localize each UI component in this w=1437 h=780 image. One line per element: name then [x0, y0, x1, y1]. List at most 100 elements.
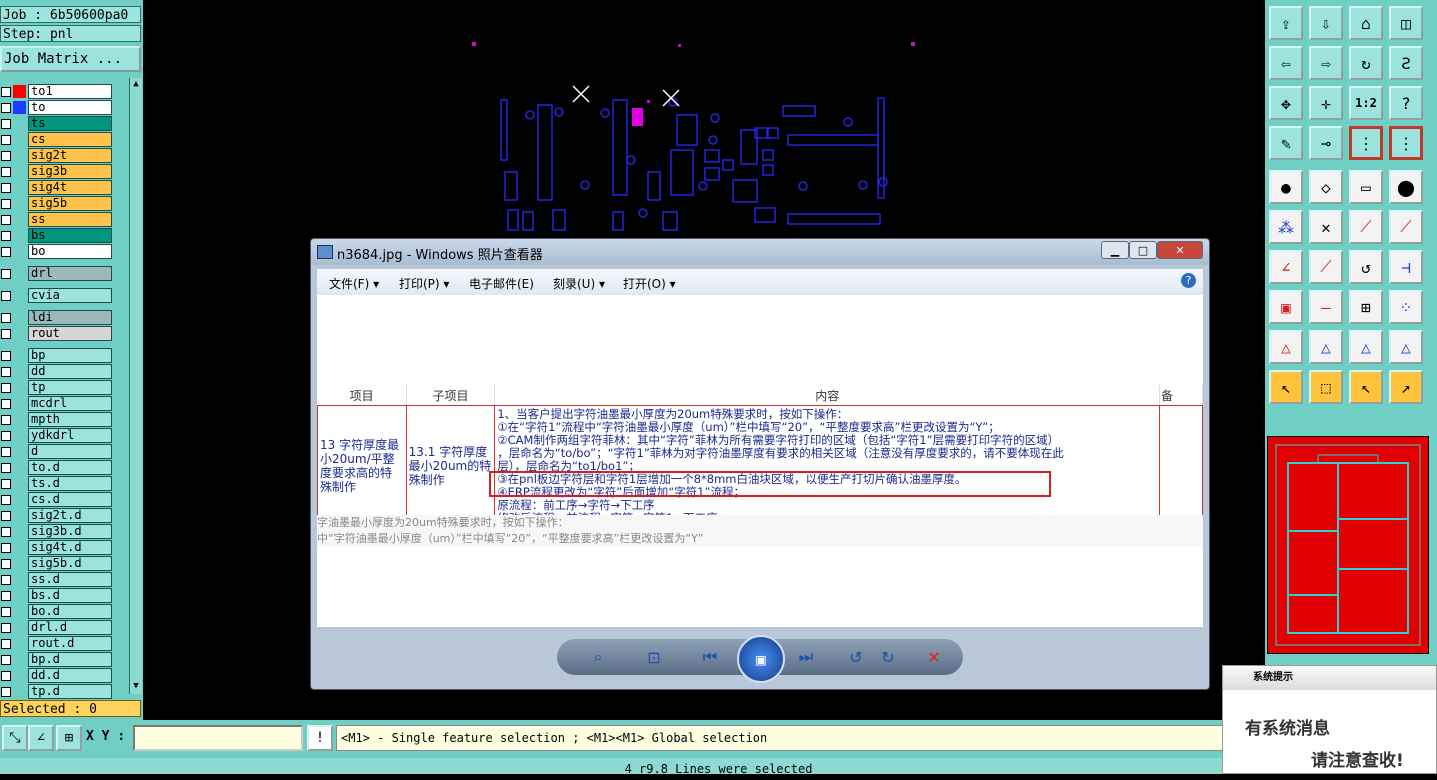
layer-row[interactable]: ts.d	[0, 476, 128, 491]
menu-file[interactable]: 文件(F) ▾	[329, 275, 379, 292]
system-notice-popup[interactable]: 系统提示 有系统消息 请注意查收!	[1222, 665, 1437, 774]
layer-name[interactable]: rout	[28, 326, 112, 341]
menu-email[interactable]: 电子邮件(E)	[469, 275, 534, 292]
layer-name[interactable]: dd	[28, 364, 112, 379]
job-matrix-button[interactable]: Job Matrix ...	[0, 46, 141, 72]
layer-name[interactable]: sig3b.d	[28, 524, 112, 539]
zoom-down-icon[interactable]: ⇩	[1309, 6, 1343, 40]
pattern-icon[interactable]: ⁘	[1389, 290, 1423, 324]
slideshow-icon[interactable]: ▣	[737, 635, 785, 683]
layer-row[interactable]: bp.d	[0, 652, 128, 667]
line-node-icon[interactable]: ⟋	[1349, 210, 1383, 244]
corner-icon[interactable]: ⤡	[2, 725, 28, 751]
select-pad-icon[interactable]: ●	[1269, 170, 1303, 204]
home-icon[interactable]: ⌂	[1349, 6, 1383, 40]
menu-burn[interactable]: 刻录(U) ▾	[553, 275, 605, 292]
layer-b-icon[interactable]: ⋮	[1389, 126, 1423, 160]
layer-checkbox[interactable]	[1, 623, 11, 633]
snap-icon[interactable]: Ƨ	[1389, 46, 1423, 80]
layer-name[interactable]: tp.d	[28, 684, 112, 699]
layer-name[interactable]: bp.d	[28, 652, 112, 667]
center-icon[interactable]: ✛	[1309, 86, 1343, 120]
window-icon[interactable]: ◫	[1389, 6, 1423, 40]
layer-checkbox[interactable]	[1, 135, 11, 145]
layer-row[interactable]: cs.d	[0, 492, 128, 507]
layer-row[interactable]: sig4t.d	[0, 540, 128, 555]
layer-checkbox[interactable]	[1, 527, 11, 537]
layer-list-scrollbar[interactable]: ▲ ▼	[129, 78, 142, 694]
diagonal-icon[interactable]: ⟋	[1309, 250, 1343, 284]
layer-name[interactable]: sig4t	[28, 180, 112, 195]
layer-checkbox[interactable]	[1, 607, 11, 617]
layer-checkbox[interactable]	[1, 103, 11, 113]
layer-name[interactable]: sig5b.d	[28, 556, 112, 571]
layer-name[interactable]: sig5b	[28, 196, 112, 211]
layer-row[interactable]: to	[0, 100, 128, 115]
layer-row[interactable]: cs	[0, 132, 128, 147]
layer-checkbox[interactable]	[1, 351, 11, 361]
pad-add-icon[interactable]: ▣	[1269, 290, 1303, 324]
triangle-d-icon[interactable]: △	[1389, 330, 1423, 364]
layer-name[interactable]: sig4t.d	[28, 540, 112, 555]
layer-name[interactable]: sig2t	[28, 148, 112, 163]
cross-icon[interactable]: ✕	[1309, 210, 1343, 244]
layer-name[interactable]: bo.d	[28, 604, 112, 619]
layer-name[interactable]: to.d	[28, 460, 112, 475]
mirror-icon[interactable]: ⊣	[1389, 250, 1423, 284]
layer-a-icon[interactable]: ⋮	[1349, 126, 1383, 160]
layer-name[interactable]: mcdrl	[28, 396, 112, 411]
layer-row[interactable]: tp	[0, 380, 128, 395]
actual-size-icon[interactable]: ⊡	[641, 645, 667, 669]
layer-row[interactable]: rout	[0, 326, 128, 341]
layer-name[interactable]: bo	[28, 244, 112, 259]
layer-row[interactable]: dd	[0, 364, 128, 379]
next-icon[interactable]: ⏭	[793, 645, 819, 669]
zoom-icon[interactable]: ⌕	[585, 645, 611, 669]
layer-checkbox[interactable]	[1, 463, 11, 473]
layer-row[interactable]: bp	[0, 348, 128, 363]
scroll-down-icon[interactable]: ▼	[131, 680, 141, 692]
menu-open[interactable]: 打开(O) ▾	[623, 275, 676, 292]
delete-icon[interactable]: ✕	[921, 645, 947, 669]
grid-icon[interactable]: ⊞	[56, 725, 82, 751]
layer-name[interactable]: ss.d	[28, 572, 112, 587]
pointer-path-icon[interactable]: ↗	[1389, 370, 1423, 404]
redraw-icon[interactable]: ↻	[1349, 46, 1383, 80]
layer-name[interactable]: dd.d	[28, 668, 112, 683]
select-circle-icon[interactable]: ⬤	[1389, 170, 1423, 204]
layer-row[interactable]: cvia	[0, 288, 128, 303]
angle-snap-icon[interactable]: ∠	[28, 725, 54, 751]
layer-name[interactable]: mpth	[28, 412, 112, 427]
layer-checkbox[interactable]	[1, 543, 11, 553]
info-icon[interactable]: !	[307, 725, 333, 751]
layer-row[interactable]: sig5b.d	[0, 556, 128, 571]
layer-row[interactable]: sig2t.d	[0, 508, 128, 523]
layer-row[interactable]: sig2t	[0, 148, 128, 163]
layer-checkbox[interactable]	[1, 167, 11, 177]
layer-name[interactable]: to	[28, 100, 112, 115]
layer-row[interactable]: to.d	[0, 460, 128, 475]
layer-checkbox[interactable]	[1, 639, 11, 649]
layer-checkbox[interactable]	[1, 329, 11, 339]
layer-name[interactable]: sig2t.d	[28, 508, 112, 523]
rotate-right-icon[interactable]: ↻	[875, 645, 901, 669]
layer-name[interactable]: ldi	[28, 310, 112, 325]
line-add-icon[interactable]: —	[1309, 290, 1343, 324]
fit-icon[interactable]: ✥	[1269, 86, 1303, 120]
layer-row[interactable]: bo.d	[0, 604, 128, 619]
layer-row[interactable]: sig3b.d	[0, 524, 128, 539]
layer-name[interactable]: tp	[28, 380, 112, 395]
close-button[interactable]: ✕	[1157, 241, 1203, 259]
layer-checkbox[interactable]	[1, 511, 11, 521]
layer-row[interactable]: tp.d	[0, 684, 128, 699]
select-shape-icon[interactable]: ◇	[1309, 170, 1343, 204]
layer-checkbox[interactable]	[1, 269, 11, 279]
layer-row[interactable]: d	[0, 444, 128, 459]
layer-name[interactable]: d	[28, 444, 112, 459]
layer-name[interactable]: drl	[28, 266, 112, 281]
arc-icon[interactable]: ↺	[1349, 250, 1383, 284]
layer-checkbox[interactable]	[1, 399, 11, 409]
palette-icon[interactable]: ✎	[1269, 126, 1303, 160]
layer-checkbox[interactable]	[1, 313, 11, 323]
layer-checkbox[interactable]	[1, 367, 11, 377]
